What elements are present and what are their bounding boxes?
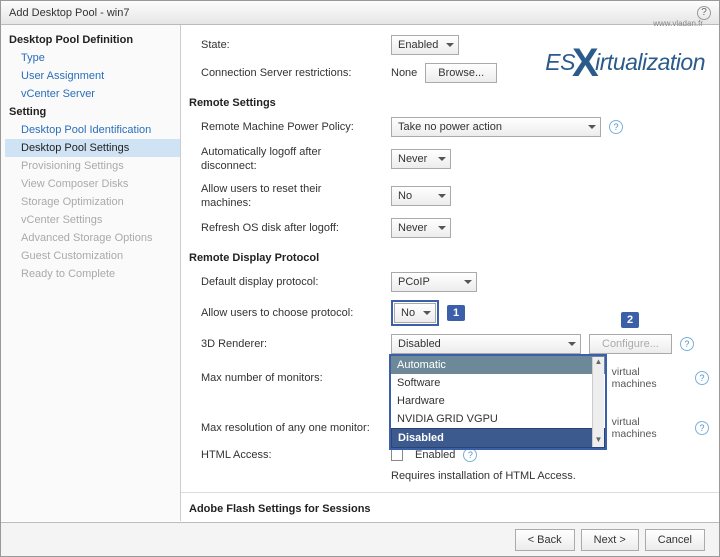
sidebar-item-storage-opt: Storage Optimization: [5, 193, 180, 211]
sidebar-item-type[interactable]: Type: [5, 49, 180, 67]
proto-select[interactable]: PCoIP: [391, 272, 477, 292]
proto-label: Default display protocol:: [201, 275, 371, 289]
sidebar-item-vcenter-server[interactable]: vCenter Server: [5, 85, 180, 103]
logo-url: www.vladan.fr: [653, 19, 703, 28]
next-button[interactable]: Next >: [581, 529, 639, 551]
back-button[interactable]: < Back: [515, 529, 575, 551]
configure-button[interactable]: Configure...: [589, 334, 672, 354]
choose-label: Allow users to choose protocol:: [201, 306, 371, 320]
callout-1: No: [391, 300, 439, 326]
sidebar-header-setting: Setting: [5, 103, 180, 121]
sidebar-item-pool-settings[interactable]: Desktop Pool Settings: [5, 139, 180, 157]
chevron-down-icon[interactable]: ▼: [593, 435, 604, 447]
window-title: Add Desktop Pool - win7: [9, 1, 129, 25]
maxres-label: Max resolution of any one monitor:: [201, 421, 371, 435]
conn-value: None: [391, 67, 417, 79]
sidebar-item-pool-identification[interactable]: Desktop Pool Identification: [5, 121, 180, 139]
sidebar-item-user-assignment[interactable]: User Assignment: [5, 67, 180, 85]
help-icon[interactable]: ?: [463, 448, 477, 462]
html-label: HTML Access:: [201, 448, 371, 462]
renderer-dropdown[interactable]: Automatic Software Hardware NVIDIA GRID …: [389, 354, 607, 450]
help-icon[interactable]: ?: [680, 337, 694, 351]
reset-select[interactable]: No: [391, 186, 451, 206]
sidebar-header-definition: Desktop Pool Definition: [5, 31, 180, 49]
renderer-option-hardware[interactable]: Hardware: [391, 392, 605, 410]
sidebar-item-ready: Ready to Complete: [5, 265, 180, 283]
conn-label: Connection Server restrictions:: [201, 66, 371, 80]
sidebar: Desktop Pool Definition Type User Assign…: [1, 25, 181, 521]
main-panel: State: Enabled Connection Server restric…: [181, 25, 719, 521]
renderer-option-software[interactable]: Software: [391, 374, 605, 392]
state-select[interactable]: Enabled: [391, 35, 459, 55]
wizard-footer: < Back Next > Cancel: [1, 522, 719, 556]
monitors-note: virtual machines: [612, 366, 687, 390]
sidebar-item-composer-disks: View Composer Disks: [5, 175, 180, 193]
refresh-select[interactable]: Never: [391, 218, 451, 238]
sidebar-item-adv-storage: Advanced Storage Options: [5, 229, 180, 247]
logoff-select[interactable]: Never: [391, 149, 451, 169]
monitors-label: Max number of monitors:: [201, 371, 371, 385]
dropdown-scrollbar[interactable]: ▲ ▼: [592, 357, 604, 447]
refresh-label: Refresh OS disk after logoff:: [201, 221, 371, 235]
section-remote-display: Remote Display Protocol: [189, 252, 709, 264]
brand-logo: www.vladan.fr ESXirtualization: [485, 35, 705, 83]
help-icon[interactable]: ?: [695, 371, 709, 385]
annotation-1: 1: [447, 305, 465, 321]
help-icon[interactable]: ?: [697, 6, 711, 20]
choose-select[interactable]: No: [394, 303, 436, 323]
html-access-checkbox[interactable]: [391, 449, 403, 461]
section-flash: Adobe Flash Settings for Sessions: [189, 503, 709, 515]
reset-label: Allow users to reset their machines:: [201, 182, 371, 211]
sidebar-item-vcenter-settings: vCenter Settings: [5, 211, 180, 229]
section-remote-settings: Remote Settings: [189, 97, 709, 109]
power-select[interactable]: Take no power action: [391, 117, 601, 137]
renderer-label: 3D Renderer:: [201, 337, 371, 351]
sidebar-item-provisioning: Provisioning Settings: [5, 157, 180, 175]
titlebar: Add Desktop Pool - win7 ?: [1, 1, 719, 25]
renderer-option-nvidia-grid-vgpu[interactable]: NVIDIA GRID VGPU: [391, 410, 605, 428]
html-checkbox-label: Enabled: [415, 449, 455, 461]
power-label: Remote Machine Power Policy:: [201, 120, 371, 134]
chevron-up-icon[interactable]: ▲: [593, 357, 604, 369]
annotation-2: 2: [621, 312, 639, 328]
sidebar-item-guest-custom: Guest Customization: [5, 247, 180, 265]
cancel-button[interactable]: Cancel: [645, 529, 705, 551]
logoff-label: Automatically logoff after disconnect:: [201, 145, 371, 174]
help-icon[interactable]: ?: [609, 120, 623, 134]
help-icon[interactable]: ?: [695, 421, 709, 435]
renderer-option-disabled[interactable]: Disabled: [391, 428, 605, 448]
maxres-note: virtual machines: [612, 416, 687, 440]
state-label: State:: [201, 38, 371, 52]
renderer-select[interactable]: Disabled: [391, 334, 581, 354]
renderer-option-automatic[interactable]: Automatic: [391, 356, 605, 374]
html-note: Requires installation of HTML Access.: [391, 470, 576, 482]
